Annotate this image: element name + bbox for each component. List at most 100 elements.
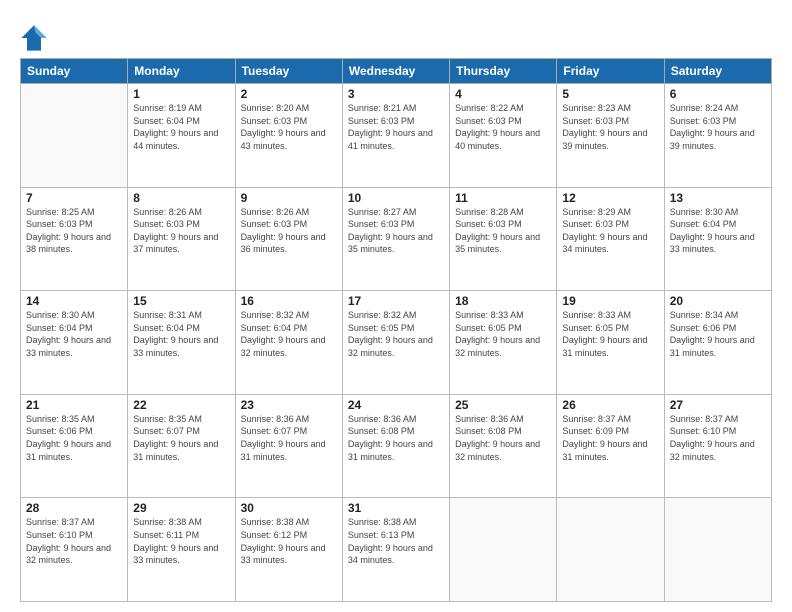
day-info: Sunrise: 8:37 AMSunset: 6:10 PMDaylight:… xyxy=(670,413,766,463)
calendar-cell: 27Sunrise: 8:37 AMSunset: 6:10 PMDayligh… xyxy=(664,394,771,498)
day-info: Sunrise: 8:26 AMSunset: 6:03 PMDaylight:… xyxy=(133,206,229,256)
day-number: 14 xyxy=(26,294,122,308)
day-number: 1 xyxy=(133,87,229,101)
calendar-cell: 20Sunrise: 8:34 AMSunset: 6:06 PMDayligh… xyxy=(664,291,771,395)
day-number: 4 xyxy=(455,87,551,101)
day-info: Sunrise: 8:28 AMSunset: 6:03 PMDaylight:… xyxy=(455,206,551,256)
day-number: 26 xyxy=(562,398,658,412)
day-number: 5 xyxy=(562,87,658,101)
weekday-header-thursday: Thursday xyxy=(450,59,557,84)
calendar-cell: 3Sunrise: 8:21 AMSunset: 6:03 PMDaylight… xyxy=(342,84,449,188)
day-number: 6 xyxy=(670,87,766,101)
weekday-header-friday: Friday xyxy=(557,59,664,84)
day-number: 28 xyxy=(26,501,122,515)
weekday-header-saturday: Saturday xyxy=(664,59,771,84)
day-info: Sunrise: 8:36 AMSunset: 6:08 PMDaylight:… xyxy=(455,413,551,463)
day-info: Sunrise: 8:25 AMSunset: 6:03 PMDaylight:… xyxy=(26,206,122,256)
day-info: Sunrise: 8:38 AMSunset: 6:11 PMDaylight:… xyxy=(133,516,229,566)
day-info: Sunrise: 8:30 AMSunset: 6:04 PMDaylight:… xyxy=(670,206,766,256)
calendar-cell: 13Sunrise: 8:30 AMSunset: 6:04 PMDayligh… xyxy=(664,187,771,291)
calendar-cell: 21Sunrise: 8:35 AMSunset: 6:06 PMDayligh… xyxy=(21,394,128,498)
weekday-header-monday: Monday xyxy=(128,59,235,84)
day-info: Sunrise: 8:35 AMSunset: 6:06 PMDaylight:… xyxy=(26,413,122,463)
calendar-cell: 1Sunrise: 8:19 AMSunset: 6:04 PMDaylight… xyxy=(128,84,235,188)
day-info: Sunrise: 8:24 AMSunset: 6:03 PMDaylight:… xyxy=(670,102,766,152)
calendar-cell: 30Sunrise: 8:38 AMSunset: 6:12 PMDayligh… xyxy=(235,498,342,602)
day-number: 13 xyxy=(670,191,766,205)
calendar-cell: 2Sunrise: 8:20 AMSunset: 6:03 PMDaylight… xyxy=(235,84,342,188)
calendar-cell xyxy=(557,498,664,602)
day-number: 7 xyxy=(26,191,122,205)
calendar-cell xyxy=(664,498,771,602)
day-number: 20 xyxy=(670,294,766,308)
calendar-cell: 22Sunrise: 8:35 AMSunset: 6:07 PMDayligh… xyxy=(128,394,235,498)
day-number: 25 xyxy=(455,398,551,412)
weekday-header-row: SundayMondayTuesdayWednesdayThursdayFrid… xyxy=(21,59,772,84)
day-number: 12 xyxy=(562,191,658,205)
calendar-cell xyxy=(450,498,557,602)
day-number: 11 xyxy=(455,191,551,205)
calendar-cell: 10Sunrise: 8:27 AMSunset: 6:03 PMDayligh… xyxy=(342,187,449,291)
calendar-cell: 25Sunrise: 8:36 AMSunset: 6:08 PMDayligh… xyxy=(450,394,557,498)
weekday-header-sunday: Sunday xyxy=(21,59,128,84)
day-info: Sunrise: 8:29 AMSunset: 6:03 PMDaylight:… xyxy=(562,206,658,256)
calendar-cell: 26Sunrise: 8:37 AMSunset: 6:09 PMDayligh… xyxy=(557,394,664,498)
day-info: Sunrise: 8:34 AMSunset: 6:06 PMDaylight:… xyxy=(670,309,766,359)
day-info: Sunrise: 8:32 AMSunset: 6:04 PMDaylight:… xyxy=(241,309,337,359)
weekday-header-wednesday: Wednesday xyxy=(342,59,449,84)
day-info: Sunrise: 8:19 AMSunset: 6:04 PMDaylight:… xyxy=(133,102,229,152)
calendar-cell xyxy=(21,84,128,188)
calendar-cell: 24Sunrise: 8:36 AMSunset: 6:08 PMDayligh… xyxy=(342,394,449,498)
calendar-week-row: 1Sunrise: 8:19 AMSunset: 6:04 PMDaylight… xyxy=(21,84,772,188)
day-info: Sunrise: 8:23 AMSunset: 6:03 PMDaylight:… xyxy=(562,102,658,152)
day-number: 8 xyxy=(133,191,229,205)
day-number: 2 xyxy=(241,87,337,101)
day-info: Sunrise: 8:36 AMSunset: 6:08 PMDaylight:… xyxy=(348,413,444,463)
weekday-header-tuesday: Tuesday xyxy=(235,59,342,84)
calendar-cell: 19Sunrise: 8:33 AMSunset: 6:05 PMDayligh… xyxy=(557,291,664,395)
day-info: Sunrise: 8:37 AMSunset: 6:10 PMDaylight:… xyxy=(26,516,122,566)
day-number: 29 xyxy=(133,501,229,515)
day-number: 19 xyxy=(562,294,658,308)
day-info: Sunrise: 8:38 AMSunset: 6:13 PMDaylight:… xyxy=(348,516,444,566)
day-info: Sunrise: 8:21 AMSunset: 6:03 PMDaylight:… xyxy=(348,102,444,152)
day-number: 10 xyxy=(348,191,444,205)
day-number: 22 xyxy=(133,398,229,412)
calendar-cell: 31Sunrise: 8:38 AMSunset: 6:13 PMDayligh… xyxy=(342,498,449,602)
day-info: Sunrise: 8:26 AMSunset: 6:03 PMDaylight:… xyxy=(241,206,337,256)
calendar-cell: 5Sunrise: 8:23 AMSunset: 6:03 PMDaylight… xyxy=(557,84,664,188)
calendar-cell: 4Sunrise: 8:22 AMSunset: 6:03 PMDaylight… xyxy=(450,84,557,188)
day-info: Sunrise: 8:32 AMSunset: 6:05 PMDaylight:… xyxy=(348,309,444,359)
calendar-week-row: 21Sunrise: 8:35 AMSunset: 6:06 PMDayligh… xyxy=(21,394,772,498)
calendar-cell: 12Sunrise: 8:29 AMSunset: 6:03 PMDayligh… xyxy=(557,187,664,291)
day-number: 15 xyxy=(133,294,229,308)
day-info: Sunrise: 8:37 AMSunset: 6:09 PMDaylight:… xyxy=(562,413,658,463)
calendar-cell: 11Sunrise: 8:28 AMSunset: 6:03 PMDayligh… xyxy=(450,187,557,291)
day-number: 30 xyxy=(241,501,337,515)
day-number: 27 xyxy=(670,398,766,412)
calendar-cell: 6Sunrise: 8:24 AMSunset: 6:03 PMDaylight… xyxy=(664,84,771,188)
day-info: Sunrise: 8:31 AMSunset: 6:04 PMDaylight:… xyxy=(133,309,229,359)
day-number: 23 xyxy=(241,398,337,412)
day-info: Sunrise: 8:30 AMSunset: 6:04 PMDaylight:… xyxy=(26,309,122,359)
calendar-cell: 8Sunrise: 8:26 AMSunset: 6:03 PMDaylight… xyxy=(128,187,235,291)
day-info: Sunrise: 8:22 AMSunset: 6:03 PMDaylight:… xyxy=(455,102,551,152)
day-info: Sunrise: 8:33 AMSunset: 6:05 PMDaylight:… xyxy=(455,309,551,359)
calendar-week-row: 14Sunrise: 8:30 AMSunset: 6:04 PMDayligh… xyxy=(21,291,772,395)
day-number: 16 xyxy=(241,294,337,308)
day-info: Sunrise: 8:38 AMSunset: 6:12 PMDaylight:… xyxy=(241,516,337,566)
day-info: Sunrise: 8:20 AMSunset: 6:03 PMDaylight:… xyxy=(241,102,337,152)
day-info: Sunrise: 8:27 AMSunset: 6:03 PMDaylight:… xyxy=(348,206,444,256)
calendar-cell: 29Sunrise: 8:38 AMSunset: 6:11 PMDayligh… xyxy=(128,498,235,602)
day-info: Sunrise: 8:35 AMSunset: 6:07 PMDaylight:… xyxy=(133,413,229,463)
calendar-cell: 16Sunrise: 8:32 AMSunset: 6:04 PMDayligh… xyxy=(235,291,342,395)
day-info: Sunrise: 8:33 AMSunset: 6:05 PMDaylight:… xyxy=(562,309,658,359)
day-number: 3 xyxy=(348,87,444,101)
calendar-cell: 9Sunrise: 8:26 AMSunset: 6:03 PMDaylight… xyxy=(235,187,342,291)
calendar-cell: 18Sunrise: 8:33 AMSunset: 6:05 PMDayligh… xyxy=(450,291,557,395)
page: SundayMondayTuesdayWednesdayThursdayFrid… xyxy=(0,0,792,612)
day-number: 9 xyxy=(241,191,337,205)
header xyxy=(20,20,772,52)
calendar-week-row: 28Sunrise: 8:37 AMSunset: 6:10 PMDayligh… xyxy=(21,498,772,602)
day-number: 31 xyxy=(348,501,444,515)
